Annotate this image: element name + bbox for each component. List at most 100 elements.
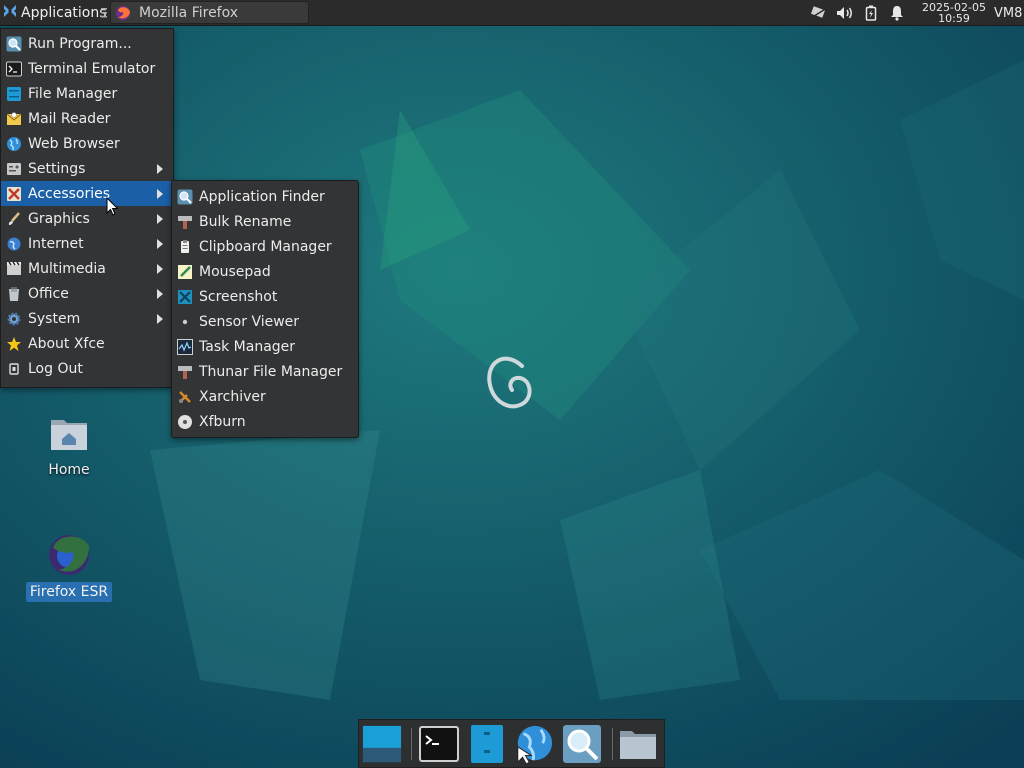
menu-item-label: Graphics: [28, 210, 90, 227]
submenu-item-label: Xarchiver: [199, 388, 266, 405]
menu-item-system[interactable]: System: [1, 306, 173, 331]
search-icon: [6, 36, 22, 52]
submenu-arrow-icon: [157, 214, 163, 224]
panel-handle-icon[interactable]: [101, 7, 107, 19]
volume-icon[interactable]: [836, 4, 854, 22]
gear-icon: [6, 311, 22, 327]
menu-item-label: Web Browser: [28, 135, 120, 152]
show-desktop-icon: [362, 725, 402, 763]
submenu-item-task-manager[interactable]: Task Manager: [172, 334, 358, 359]
menu-item-label: Settings: [28, 160, 86, 177]
submenu-item-label: Sensor Viewer: [199, 313, 300, 330]
submenu-arrow-icon: [157, 189, 163, 199]
submenu-item-label: Thunar File Manager: [199, 363, 343, 380]
submenu-item-label: Mousepad: [199, 263, 271, 280]
disc-icon: [177, 414, 193, 430]
battery-icon[interactable]: [862, 4, 880, 22]
screenshot-icon: [177, 289, 193, 305]
menu-item-label: Mail Reader: [28, 110, 111, 127]
menu-item-web-browser[interactable]: Web Browser: [1, 131, 173, 156]
magnifier-icon: [177, 189, 193, 205]
applications-menu-button[interactable]: Applications: [0, 0, 108, 26]
network-icon[interactable]: [810, 4, 828, 22]
rename-icon: [177, 214, 193, 230]
firefox-icon: [116, 5, 130, 20]
menu-item-multimedia[interactable]: Multimedia: [1, 256, 173, 281]
submenu-item-sensor-viewer[interactable]: Sensor Viewer: [172, 309, 358, 334]
menu-item-label: About Xfce: [28, 335, 105, 352]
file-manager-icon: [6, 86, 22, 102]
terminal-icon: [419, 726, 459, 762]
internet-icon: [6, 236, 22, 252]
dock-folder[interactable]: [618, 724, 658, 764]
dock-web-browser[interactable]: [514, 724, 554, 765]
menu-item-label: Internet: [28, 235, 84, 252]
menu-item-about-xfce[interactable]: About Xfce: [1, 331, 173, 356]
menu-item-terminal-emulator[interactable]: Terminal Emulator: [1, 56, 173, 81]
dock-show-desktop[interactable]: [362, 724, 402, 764]
file-manager-icon: [471, 725, 503, 763]
vm-label: VM8: [994, 5, 1023, 21]
terminal-icon: [6, 61, 22, 77]
submenu-item-xarchiver[interactable]: Xarchiver: [172, 384, 358, 409]
submenu-item-application-finder[interactable]: Application Finder: [172, 184, 358, 209]
menu-item-graphics[interactable]: Graphics: [1, 206, 173, 231]
task-button-firefox[interactable]: Mozilla Firefox: [110, 1, 309, 24]
office-icon: [6, 286, 22, 302]
accessories-submenu: Application Finder Bulk Rename Clipboard…: [171, 180, 359, 438]
thunar-icon: [177, 364, 193, 380]
menu-item-settings[interactable]: Settings: [1, 156, 173, 181]
menu-item-label: System: [28, 310, 81, 327]
menu-item-file-manager[interactable]: File Manager: [1, 81, 173, 106]
accessories-icon: [6, 186, 22, 202]
submenu-arrow-icon: [157, 314, 163, 324]
menu-item-office[interactable]: Office: [1, 281, 173, 306]
submenu-arrow-icon: [157, 164, 163, 174]
task-manager-icon: [177, 338, 193, 355]
submenu-item-screenshot[interactable]: Screenshot: [172, 284, 358, 309]
folder-icon: [620, 731, 656, 759]
menu-item-label: Office: [28, 285, 69, 302]
dock-file-manager[interactable]: [467, 724, 507, 764]
menu-item-log-out[interactable]: Log Out: [1, 356, 173, 381]
submenu-arrow-icon: [157, 264, 163, 274]
xfce-logo-icon: [2, 3, 18, 23]
web-browser-icon: [517, 725, 553, 765]
desktop-icon-firefox-esr[interactable]: Firefox ESR: [24, 530, 114, 602]
submenu-arrow-icon: [157, 239, 163, 249]
menu-item-internet[interactable]: Internet: [1, 231, 173, 256]
system-tray: 2025-02-05 10:59 VM8: [810, 0, 1024, 26]
dock-separator: [612, 728, 613, 760]
submenu-item-mousepad[interactable]: Mousepad: [172, 259, 358, 284]
applications-label: Applications: [21, 5, 107, 21]
submenu-item-clipboard-manager[interactable]: Clipboard Manager: [172, 234, 358, 259]
desktop-icon-label: Firefox ESR: [25, 582, 113, 602]
submenu-item-thunar-file-manager[interactable]: Thunar File Manager: [172, 359, 358, 384]
submenu-item-bulk-rename[interactable]: Bulk Rename: [172, 209, 358, 234]
dock-separator: [411, 728, 412, 760]
film-icon: [6, 261, 22, 277]
menu-item-label: Multimedia: [28, 260, 106, 277]
notification-bell-icon[interactable]: [888, 4, 906, 22]
firefox-icon: [49, 535, 89, 575]
top-panel: Applications Mozilla Firefox 2025-02-05 …: [0, 0, 1024, 26]
menu-item-mail-reader[interactable]: Mail Reader: [1, 106, 173, 131]
submenu-item-label: Bulk Rename: [199, 213, 292, 230]
submenu-arrow-icon: [157, 289, 163, 299]
task-title: Mozilla Firefox: [139, 4, 239, 21]
menu-item-label: File Manager: [28, 85, 118, 102]
dock-terminal[interactable]: [419, 724, 459, 764]
applications-menu: Run Program... Terminal Emulator File Ma…: [0, 28, 174, 388]
bottom-dock: [358, 719, 665, 768]
menu-item-accessories[interactable]: Accessories: [1, 181, 173, 206]
clock[interactable]: 2025-02-05 10:59: [922, 2, 986, 24]
submenu-item-label: Application Finder: [199, 188, 325, 205]
desktop-icon-home[interactable]: Home: [24, 412, 114, 480]
desktop-icon-label: Home: [48, 462, 90, 478]
submenu-item-xfburn[interactable]: Xfburn: [172, 409, 358, 434]
menu-item-label: Run Program...: [28, 35, 132, 52]
clock-time: 10:59: [938, 12, 970, 25]
dock-app-finder[interactable]: [562, 724, 602, 764]
menu-item-run-program[interactable]: Run Program...: [1, 31, 173, 56]
text-editor-icon: [177, 264, 193, 280]
